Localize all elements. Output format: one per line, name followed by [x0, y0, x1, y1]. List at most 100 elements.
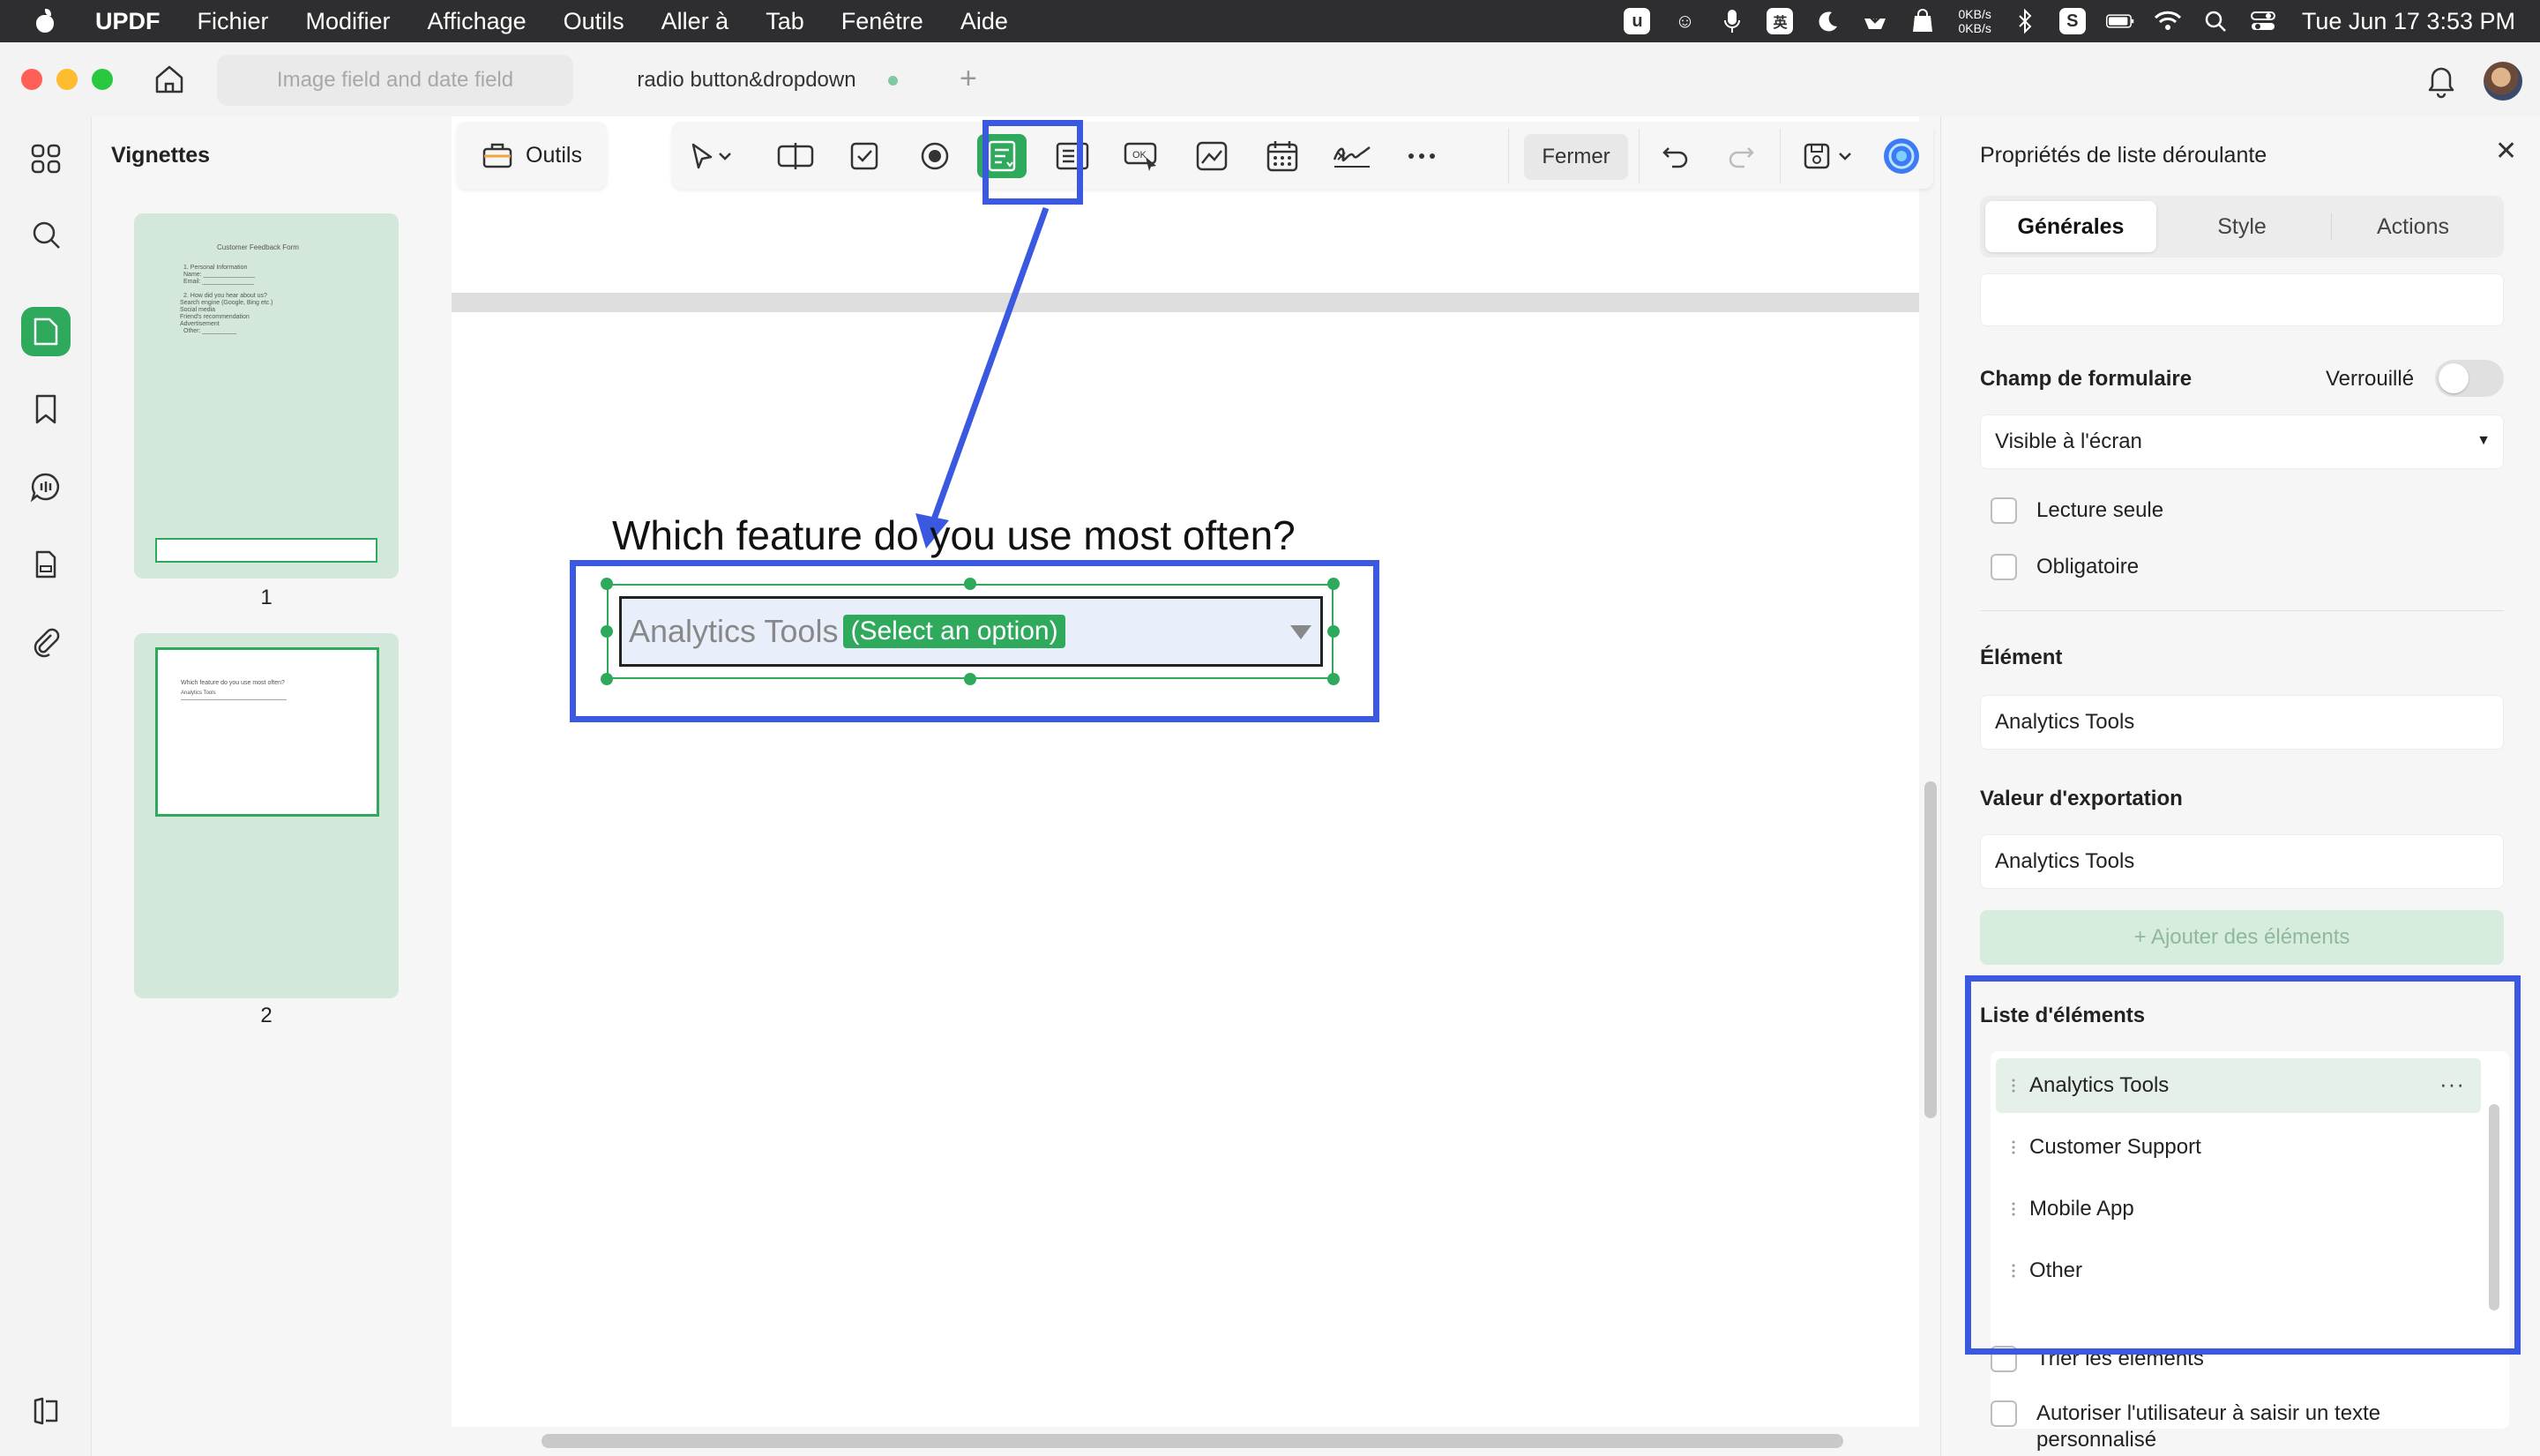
bookmark-icon[interactable]: [21, 385, 71, 434]
locked-label: Verrouillé: [2326, 367, 2415, 391]
dropdown-value: Analytics Tools: [629, 613, 839, 649]
tab-actions[interactable]: Actions: [2327, 201, 2499, 252]
input-method-icon[interactable]: 英: [1766, 8, 1794, 34]
clock[interactable]: Tue Jun 17 3:53 PM: [2302, 8, 2515, 35]
question-text: Which feature do you use most often?: [612, 512, 1296, 558]
attachment-icon[interactable]: [21, 617, 71, 667]
apps-grid-icon[interactable]: [21, 134, 71, 183]
export-value-input[interactable]: Analytics Tools: [1980, 834, 2504, 889]
menu-aide[interactable]: Aide: [960, 8, 1008, 35]
thumbnails-title: Vignettes: [111, 143, 211, 168]
menu-affichage[interactable]: Affichage: [428, 8, 527, 35]
resize-handle[interactable]: [1327, 625, 1340, 638]
bell-icon[interactable]: [2424, 60, 2459, 99]
emoji-icon[interactable]: ☺: [1670, 8, 1699, 34]
mini-line: Advertisement: [180, 321, 220, 327]
resize-handle[interactable]: [964, 578, 976, 590]
download-tray-icon[interactable]: [1861, 8, 1889, 34]
menu-tab[interactable]: Tab: [766, 8, 804, 35]
control-center-icon[interactable]: [2249, 8, 2277, 34]
readonly-checkbox[interactable]: [1991, 497, 2017, 524]
custom-text-checkbox-row[interactable]: Autoriser l'utilisateur à saisir un text…: [1991, 1400, 2495, 1453]
required-label: Obligatoire: [2036, 555, 2140, 579]
required-checkbox-row[interactable]: Obligatoire: [1991, 554, 2139, 580]
dropdown-placeholder-badge: (Select an option): [843, 615, 1065, 648]
form-field-label: Champ de formulaire: [1980, 367, 2193, 391]
network-download: 0KB/s: [1958, 21, 1991, 35]
bag-icon[interactable]: [1909, 8, 1937, 34]
custom-text-checkbox[interactable]: [1991, 1400, 2017, 1427]
mini-line: Email: _______________: [183, 279, 254, 285]
minimize-window-button[interactable]: [56, 69, 78, 90]
wifi-icon[interactable]: [2154, 8, 2182, 34]
element-input[interactable]: Analytics Tools: [1980, 695, 2504, 750]
spotlight-search-icon[interactable]: [2201, 8, 2230, 34]
horizontal-scrollbar[interactable]: [542, 1434, 1843, 1448]
scroll-app-icon[interactable]: S: [2058, 8, 2087, 34]
microphone-icon[interactable]: [1718, 8, 1746, 34]
tab-radio-button-dropdown[interactable]: radio button&dropdown: [600, 55, 935, 106]
readonly-label: Lecture seule: [2036, 498, 2164, 522]
search-icon[interactable]: [21, 210, 71, 259]
resize-handle[interactable]: [601, 673, 613, 685]
mini-line: Search engine (Google, Bing etc.): [180, 300, 273, 306]
tab-label: radio button&dropdown: [637, 68, 856, 92]
resize-handle[interactable]: [1327, 673, 1340, 685]
sidebar-layout-icon[interactable]: [21, 1386, 71, 1436]
tab-label: Image field and date field: [276, 68, 514, 92]
apple-icon[interactable]: [35, 9, 55, 34]
avatar[interactable]: [2484, 62, 2522, 101]
resize-handle[interactable]: [601, 578, 613, 590]
tab-style[interactable]: Style: [2156, 201, 2327, 252]
menu-app-updf[interactable]: UPDF: [95, 8, 161, 35]
export-value-label: Valeur d'exportation: [1980, 787, 2183, 810]
properties-title: Propriétés de liste déroulante: [1980, 143, 2267, 168]
menu-bar: UPDF Fichier Modifier Affichage Outils A…: [0, 0, 2540, 42]
toggle-knob: [2439, 363, 2469, 393]
network-upload: 0KB/s: [1958, 7, 1991, 21]
updf-status-icon[interactable]: u: [1623, 8, 1651, 34]
mini-title: Customer Feedback Form: [217, 243, 299, 251]
resize-handle[interactable]: [1327, 578, 1340, 590]
nav-rail: [0, 116, 92, 1456]
locked-toggle[interactable]: [2435, 360, 2504, 397]
field-name-input[interactable]: [1980, 273, 2504, 326]
add-tab-button[interactable]: +: [960, 62, 977, 96]
dropdown-arrow-icon[interactable]: [1290, 625, 1311, 639]
page-number-1: 1: [260, 586, 273, 609]
close-icon[interactable]: ✕: [2495, 136, 2517, 167]
zoom-window-button[interactable]: [92, 69, 113, 90]
menu-aller-a[interactable]: Aller à: [661, 8, 729, 35]
add-elements-button[interactable]: + Ajouter des éléments: [1980, 910, 2504, 965]
vertical-scrollbar[interactable]: [1924, 781, 1937, 1118]
readonly-checkbox-row[interactable]: Lecture seule: [1991, 497, 2163, 524]
mini-line: [181, 699, 287, 700]
tab-image-field-date-field[interactable]: Image field and date field: [217, 55, 573, 106]
resize-handle[interactable]: [601, 625, 613, 638]
page-thumbnail-1[interactable]: Customer Feedback Form 1. Personal Infor…: [134, 213, 399, 579]
dropdown-field[interactable]: Analytics Tools (Select an option): [619, 596, 1323, 667]
mini-line: Analytics Tools: [181, 691, 216, 696]
comment-icon[interactable]: [21, 462, 71, 511]
element-value: Analytics Tools: [1995, 710, 2135, 734]
network-speed: 0KB/s 0KB/s: [1958, 7, 1991, 35]
close-window-button[interactable]: [21, 69, 42, 90]
menu-fenetre[interactable]: Fenêtre: [841, 8, 923, 35]
battery-icon[interactable]: [2105, 8, 2134, 34]
caret-down-icon: ▼: [2476, 433, 2491, 448]
tab-generales[interactable]: Générales: [1985, 201, 2156, 252]
thumbnail-page: Which feature do you use most often? Ana…: [155, 647, 379, 817]
home-icon[interactable]: [150, 60, 189, 99]
bluetooth-icon[interactable]: [2011, 8, 2039, 34]
page-thumbnail-2[interactable]: Which feature do you use most often? Ana…: [134, 633, 399, 998]
pages-icon[interactable]: [21, 307, 71, 356]
required-checkbox[interactable]: [1991, 554, 2017, 580]
menu-outils[interactable]: Outils: [564, 8, 624, 35]
menu-modifier[interactable]: Modifier: [306, 8, 391, 35]
visibility-select[interactable]: Visible à l'écran ▼: [1980, 414, 2504, 469]
resize-handle[interactable]: [964, 673, 976, 685]
moon-icon[interactable]: [1813, 8, 1842, 34]
visibility-value: Visible à l'écran: [1995, 429, 2142, 453]
form-fields-icon[interactable]: [21, 540, 71, 589]
menu-fichier[interactable]: Fichier: [198, 8, 269, 35]
